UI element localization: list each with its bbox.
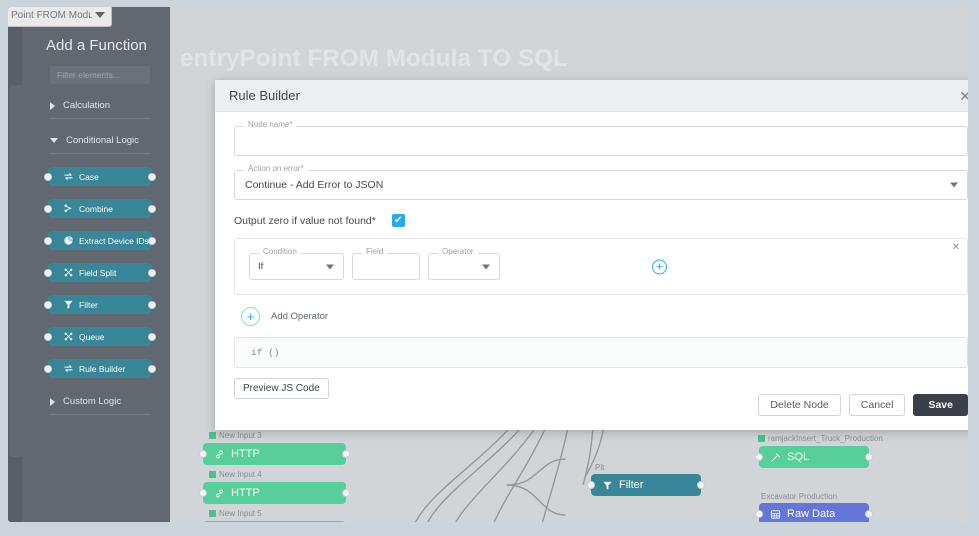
remove-condition-icon[interactable]: ✕ xyxy=(952,242,960,253)
chevron-down-icon xyxy=(950,182,958,188)
dialog-header: Rule Builder ✕ xyxy=(215,80,968,112)
dialog-actions: Delete Node Cancel Save xyxy=(758,394,968,416)
save-button[interactable]: Save xyxy=(913,394,968,416)
cancel-button[interactable]: Cancel xyxy=(848,394,906,416)
operator-legend: Operator xyxy=(438,248,478,256)
action-on-error-select[interactable]: Action on error* Continue - Add Error to… xyxy=(234,165,968,200)
action-on-error-value: Continue - Add Error to JSON xyxy=(245,179,384,191)
add-operator-row[interactable]: + Add Operator xyxy=(241,307,968,326)
generated-code-preview: if () xyxy=(234,337,968,368)
preview-js-code-button[interactable]: Preview JS Code xyxy=(234,378,329,399)
delete-node-button[interactable]: Delete Node xyxy=(758,394,841,416)
close-icon[interactable]: ✕ xyxy=(955,87,968,105)
preview-js-code-label: Preview JS Code xyxy=(243,383,320,394)
check-icon: ✔ xyxy=(394,214,403,226)
condition-row-panel: ✕ Condition If Field Operator + xyxy=(234,238,968,295)
output-zero-label: Output zero if value not found* xyxy=(234,214,376,227)
node-name-legend: Node name* xyxy=(244,121,297,129)
dialog-body: Node name* Action on error* Continue - A… xyxy=(215,112,968,430)
action-on-error-legend: Action on error* xyxy=(244,165,308,173)
save-label: Save xyxy=(928,399,953,411)
field-input[interactable]: Field xyxy=(352,248,420,280)
rule-builder-dialog: Rule Builder ✕ Node name* Action on erro… xyxy=(215,80,968,430)
add-operator-label: Add Operator xyxy=(271,311,329,322)
chevron-down-icon xyxy=(326,264,334,269)
plus-circle-icon: + xyxy=(241,307,260,326)
cancel-label: Cancel xyxy=(860,399,894,411)
dialog-title: Rule Builder xyxy=(229,88,300,103)
chevron-down-icon xyxy=(482,264,490,269)
node-name-field[interactable]: Node name* xyxy=(234,121,968,156)
add-condition-icon[interactable]: + xyxy=(652,259,667,274)
condition-legend: Condition xyxy=(259,248,301,256)
application-window: entryPoint FROM Modula TO SQL New Input … xyxy=(8,7,968,522)
condition-select[interactable]: Condition If xyxy=(249,248,344,280)
condition-value: If xyxy=(258,261,264,272)
delete-node-label: Delete Node xyxy=(770,399,829,411)
output-zero-row: Output zero if value not found* ✔ xyxy=(234,214,968,227)
operator-select[interactable]: Operator xyxy=(428,248,500,280)
screen-root: entryPoint FROM Modula TO SQL New Input … xyxy=(0,0,979,536)
code-text: if () xyxy=(251,347,280,358)
field-legend: Field xyxy=(362,248,388,256)
output-zero-checkbox[interactable]: ✔ xyxy=(391,214,405,227)
